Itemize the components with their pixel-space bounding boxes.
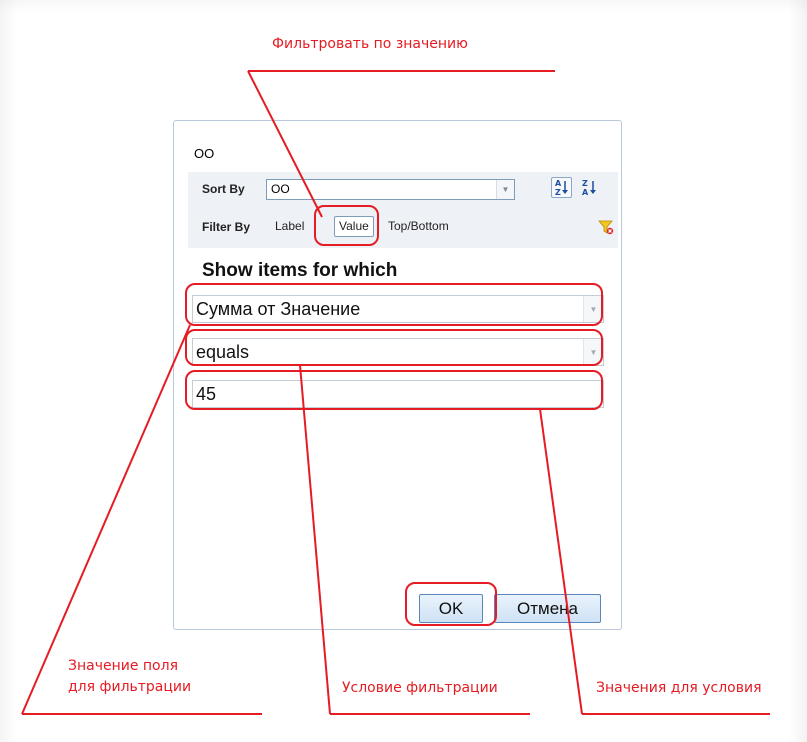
condition-select-value: equals — [196, 342, 250, 362]
annotation-filter-by-value: Фильтровать по значению — [272, 36, 468, 52]
filter-dialog: OO Sort By OO ▼ A Z Z A Filter By Label … — [173, 120, 622, 630]
sort-filter-toolbar: Sort By OO ▼ A Z Z A Filter By Label Val… — [188, 172, 618, 248]
value-input-text: 45 — [196, 384, 217, 404]
sort-descending-button[interactable]: Z A — [579, 177, 600, 198]
condition-select[interactable]: equals ▼ — [192, 338, 604, 366]
annotation-field-value-line1: Значение поля — [68, 658, 178, 674]
annotation-filter-condition: Условие фильтрации — [342, 680, 498, 696]
svg-text:Z: Z — [582, 179, 588, 188]
chevron-down-icon[interactable]: ▼ — [583, 296, 603, 322]
filter-option-label[interactable]: Label — [275, 219, 304, 233]
sort-by-value: OO — [271, 182, 290, 196]
sort-row: Sort By OO ▼ A Z Z A — [188, 172, 618, 205]
dialog-title: OO — [194, 146, 215, 161]
sort-by-select[interactable]: OO ▼ — [266, 179, 515, 200]
ok-button[interactable]: OK — [419, 594, 483, 623]
filter-row: Filter By Label Value Top/Bottom — [188, 205, 618, 248]
field-select[interactable]: Сумма от Значение ▼ — [192, 295, 604, 323]
clear-filter-icon[interactable] — [598, 219, 614, 235]
sort-by-label: Sort By — [202, 182, 245, 196]
svg-text:Z: Z — [555, 188, 561, 197]
svg-text:A: A — [582, 188, 589, 197]
svg-text:A: A — [555, 179, 562, 188]
show-items-heading: Show items for which — [202, 260, 398, 281]
annotation-field-value: Значение поля для фильтрации — [68, 656, 191, 698]
sort-za-icon: Z A — [582, 179, 596, 197]
filter-option-value[interactable]: Value — [334, 216, 374, 237]
annotation-condition-values: Значения для условия — [596, 680, 762, 696]
annotation-field-value-line2: для фильтрации — [68, 679, 192, 695]
filter-by-label: Filter By — [202, 220, 251, 234]
cancel-button[interactable]: Отмена — [494, 594, 601, 623]
field-select-value: Сумма от Значение — [196, 299, 361, 319]
sort-ascending-button[interactable]: A Z — [551, 177, 572, 198]
filter-option-top-bottom[interactable]: Top/Bottom — [388, 219, 449, 233]
value-input[interactable]: 45 — [192, 380, 604, 408]
chevron-down-icon[interactable]: ▼ — [496, 180, 514, 199]
sort-az-icon: A Z — [555, 179, 568, 197]
chevron-down-icon[interactable]: ▼ — [583, 339, 603, 365]
